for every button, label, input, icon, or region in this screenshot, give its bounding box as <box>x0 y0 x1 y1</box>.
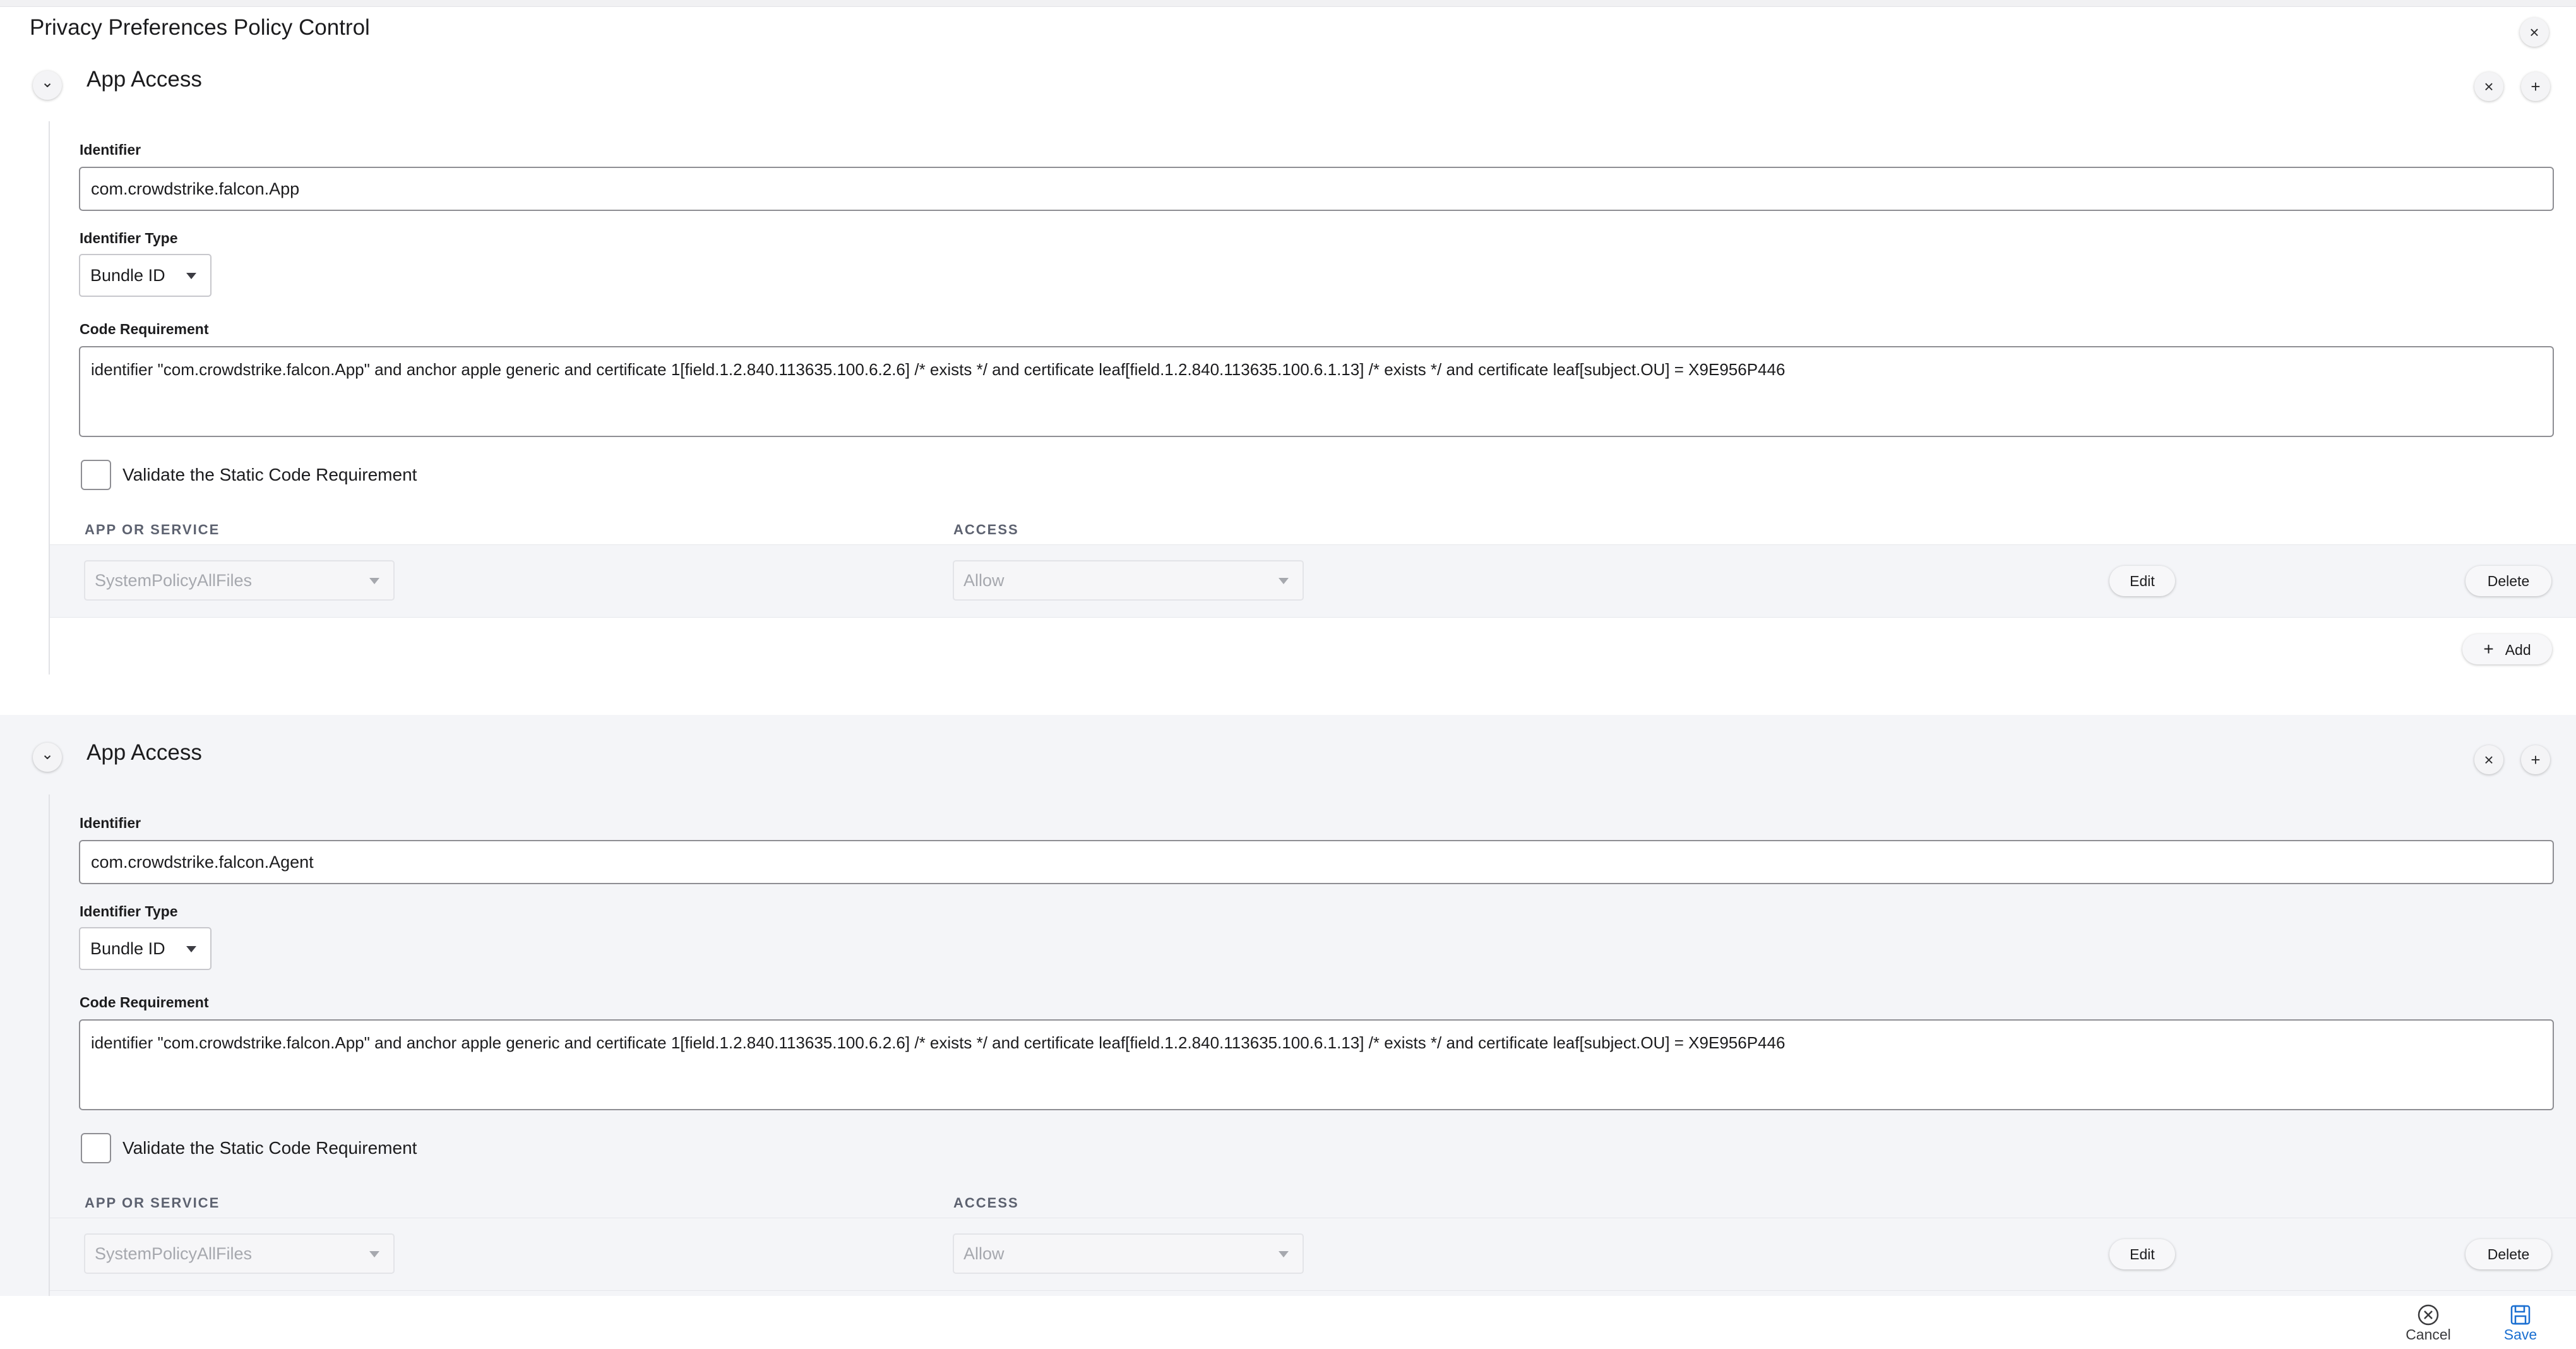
identifier-type-select[interactable]: Bundle ID <box>79 927 212 970</box>
section-title: App Access <box>86 67 202 92</box>
caret-down-icon <box>186 946 196 952</box>
code-requirement-textarea[interactable]: identifier "com.crowdstrike.falcon.App" … <box>79 346 2554 437</box>
caret-down-icon <box>369 1251 379 1257</box>
top-border <box>0 0 2576 7</box>
caret-down-icon <box>369 578 379 584</box>
identifier-label: Identifier <box>80 141 141 158</box>
table-row: SystemPolicyAllFiles Allow Edit Delete <box>50 544 2576 618</box>
close-payload-button[interactable]: × <box>2520 18 2549 47</box>
edit-button[interactable]: Edit <box>2109 1239 2175 1269</box>
delete-button[interactable]: Delete <box>2466 1239 2551 1269</box>
plus-icon: + <box>2531 76 2541 96</box>
service-value: SystemPolicyAllFiles <box>95 571 253 590</box>
access-select[interactable]: Allow <box>953 1233 1304 1274</box>
table-row: SystemPolicyAllFiles Allow Edit Delete <box>50 1218 2576 1291</box>
service-select[interactable]: SystemPolicyAllFiles <box>84 560 395 601</box>
code-requirement-label: Code Requirement <box>80 994 209 1010</box>
service-select[interactable]: SystemPolicyAllFiles <box>84 1233 395 1274</box>
collapse-section-button[interactable]: ⌄ <box>33 743 62 772</box>
validate-label: Validate the Static Code Requirement <box>122 1138 417 1158</box>
section-title: App Access <box>86 740 202 765</box>
identifier-type-label: Identifier Type <box>80 230 178 246</box>
identifier-input[interactable]: com.crowdstrike.falcon.Agent <box>79 840 2554 884</box>
validate-label: Validate the Static Code Requirement <box>122 465 417 484</box>
code-requirement-textarea[interactable]: identifier "com.crowdstrike.falcon.App" … <box>79 1019 2554 1110</box>
save-label: Save <box>2503 1326 2537 1343</box>
validate-checkbox[interactable] <box>81 1133 111 1163</box>
access-select[interactable]: Allow <box>953 560 1304 601</box>
identifier-type-value: Bundle ID <box>90 266 165 285</box>
remove-section-button[interactable]: × <box>2474 72 2503 101</box>
access-value: Allow <box>963 1244 1005 1263</box>
cancel-button[interactable]: Cancel <box>2403 1304 2454 1343</box>
remove-section-button[interactable]: × <box>2474 745 2503 774</box>
column-header-app-or-service: APP OR SERVICE <box>85 1195 220 1211</box>
cancel-label: Cancel <box>2406 1326 2451 1343</box>
close-icon: × <box>2484 750 2494 769</box>
save-button[interactable]: Save <box>2495 1304 2546 1343</box>
add-row-label: Add <box>2505 642 2531 658</box>
access-value: Allow <box>963 571 1005 590</box>
column-header-access: ACCESS <box>953 1195 1019 1211</box>
column-header-app-or-service: APP OR SERVICE <box>85 522 220 537</box>
column-header-access: ACCESS <box>953 522 1019 537</box>
close-icon: × <box>2529 22 2539 42</box>
save-disk-icon <box>2510 1305 2531 1325</box>
identifier-type-label: Identifier Type <box>80 903 178 920</box>
footer-bar: Cancel Save <box>0 1296 2576 1349</box>
app-access-section-2: ⌄ App Access × + Identifier com.crowdstr… <box>0 715 2576 1309</box>
delete-button[interactable]: Delete <box>2466 566 2551 596</box>
code-requirement-label: Code Requirement <box>80 321 209 337</box>
chevron-down-icon: ⌄ <box>40 745 54 763</box>
collapse-section-button[interactable]: ⌄ <box>33 71 62 100</box>
chevron-down-icon: ⌄ <box>40 73 54 91</box>
page-title: Privacy Preferences Policy Control <box>30 15 370 40</box>
plus-icon: + <box>2531 750 2541 769</box>
identifier-type-select[interactable]: Bundle ID <box>79 254 212 297</box>
validate-checkbox[interactable] <box>81 460 111 490</box>
cancel-circle-icon <box>2418 1304 2439 1326</box>
identifier-input[interactable]: com.crowdstrike.falcon.App <box>79 167 2554 211</box>
add-section-button[interactable]: + <box>2521 745 2550 774</box>
add-row-button[interactable]: + Add <box>2462 634 2552 664</box>
caret-down-icon <box>1279 1251 1289 1257</box>
identifier-type-value: Bundle ID <box>90 939 165 958</box>
caret-down-icon <box>1279 578 1289 584</box>
app-access-section-1: ⌄ App Access × + Identifier com.crowdstr… <box>0 61 2576 714</box>
add-section-button[interactable]: + <box>2521 72 2550 101</box>
close-icon: × <box>2484 76 2494 96</box>
plus-icon: + <box>2483 639 2494 659</box>
service-value: SystemPolicyAllFiles <box>95 1244 253 1263</box>
caret-down-icon <box>186 273 196 279</box>
edit-button[interactable]: Edit <box>2109 566 2175 596</box>
identifier-label: Identifier <box>80 815 141 831</box>
